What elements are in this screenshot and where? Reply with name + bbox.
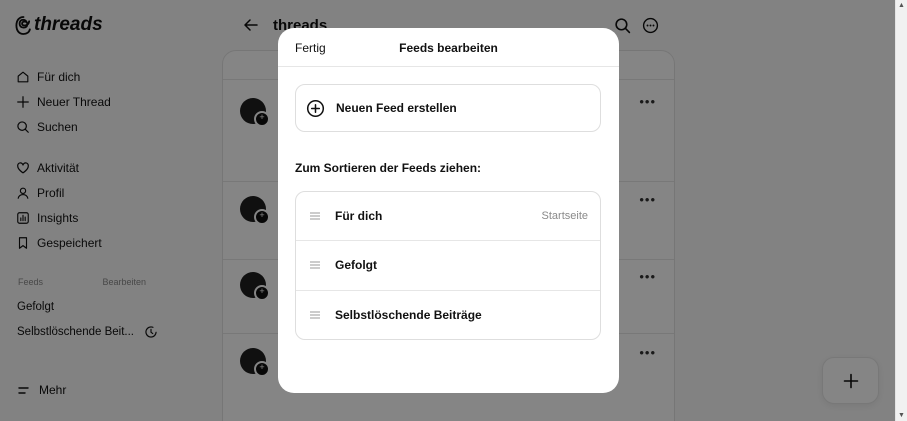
edit-feeds-dialog: Fertig Feeds bearbeiten Neuen Feed erste… — [278, 28, 619, 393]
dialog-title: Feeds bearbeiten — [399, 41, 498, 55]
feed-row-selbstloeschende[interactable]: Selbstlöschende Beiträge — [296, 291, 600, 339]
create-feed-button[interactable]: Neuen Feed erstellen — [295, 84, 601, 132]
scroll-up-icon[interactable]: ▲ — [898, 2, 905, 9]
feed-home-tag: Startseite — [541, 210, 588, 223]
scroll-down-icon[interactable]: ▼ — [898, 412, 905, 419]
feed-name: Für dich — [335, 209, 383, 224]
feed-row-gefolgt[interactable]: Gefolgt — [296, 241, 600, 291]
drag-handle-icon[interactable] — [310, 211, 320, 221]
dialog-header: Fertig Feeds bearbeiten — [278, 28, 619, 67]
drag-handle-icon[interactable] — [310, 260, 320, 270]
feed-name: Gefolgt — [335, 258, 377, 273]
feed-row-fuer-dich[interactable]: Für dich Startseite — [296, 192, 600, 242]
sort-instructions: Zum Sortieren der Feeds ziehen: — [295, 161, 482, 175]
feed-name: Selbstlöschende Beiträge — [335, 308, 482, 323]
scrollbar[interactable]: ▲ ▼ — [895, 0, 907, 421]
plus-circle-icon — [306, 99, 325, 117]
drag-handle-icon[interactable] — [310, 310, 320, 320]
create-feed-label: Neuen Feed erstellen — [336, 101, 457, 115]
sortable-feed-list: Für dich Startseite Gefolgt Selbstlösche… — [295, 191, 601, 340]
